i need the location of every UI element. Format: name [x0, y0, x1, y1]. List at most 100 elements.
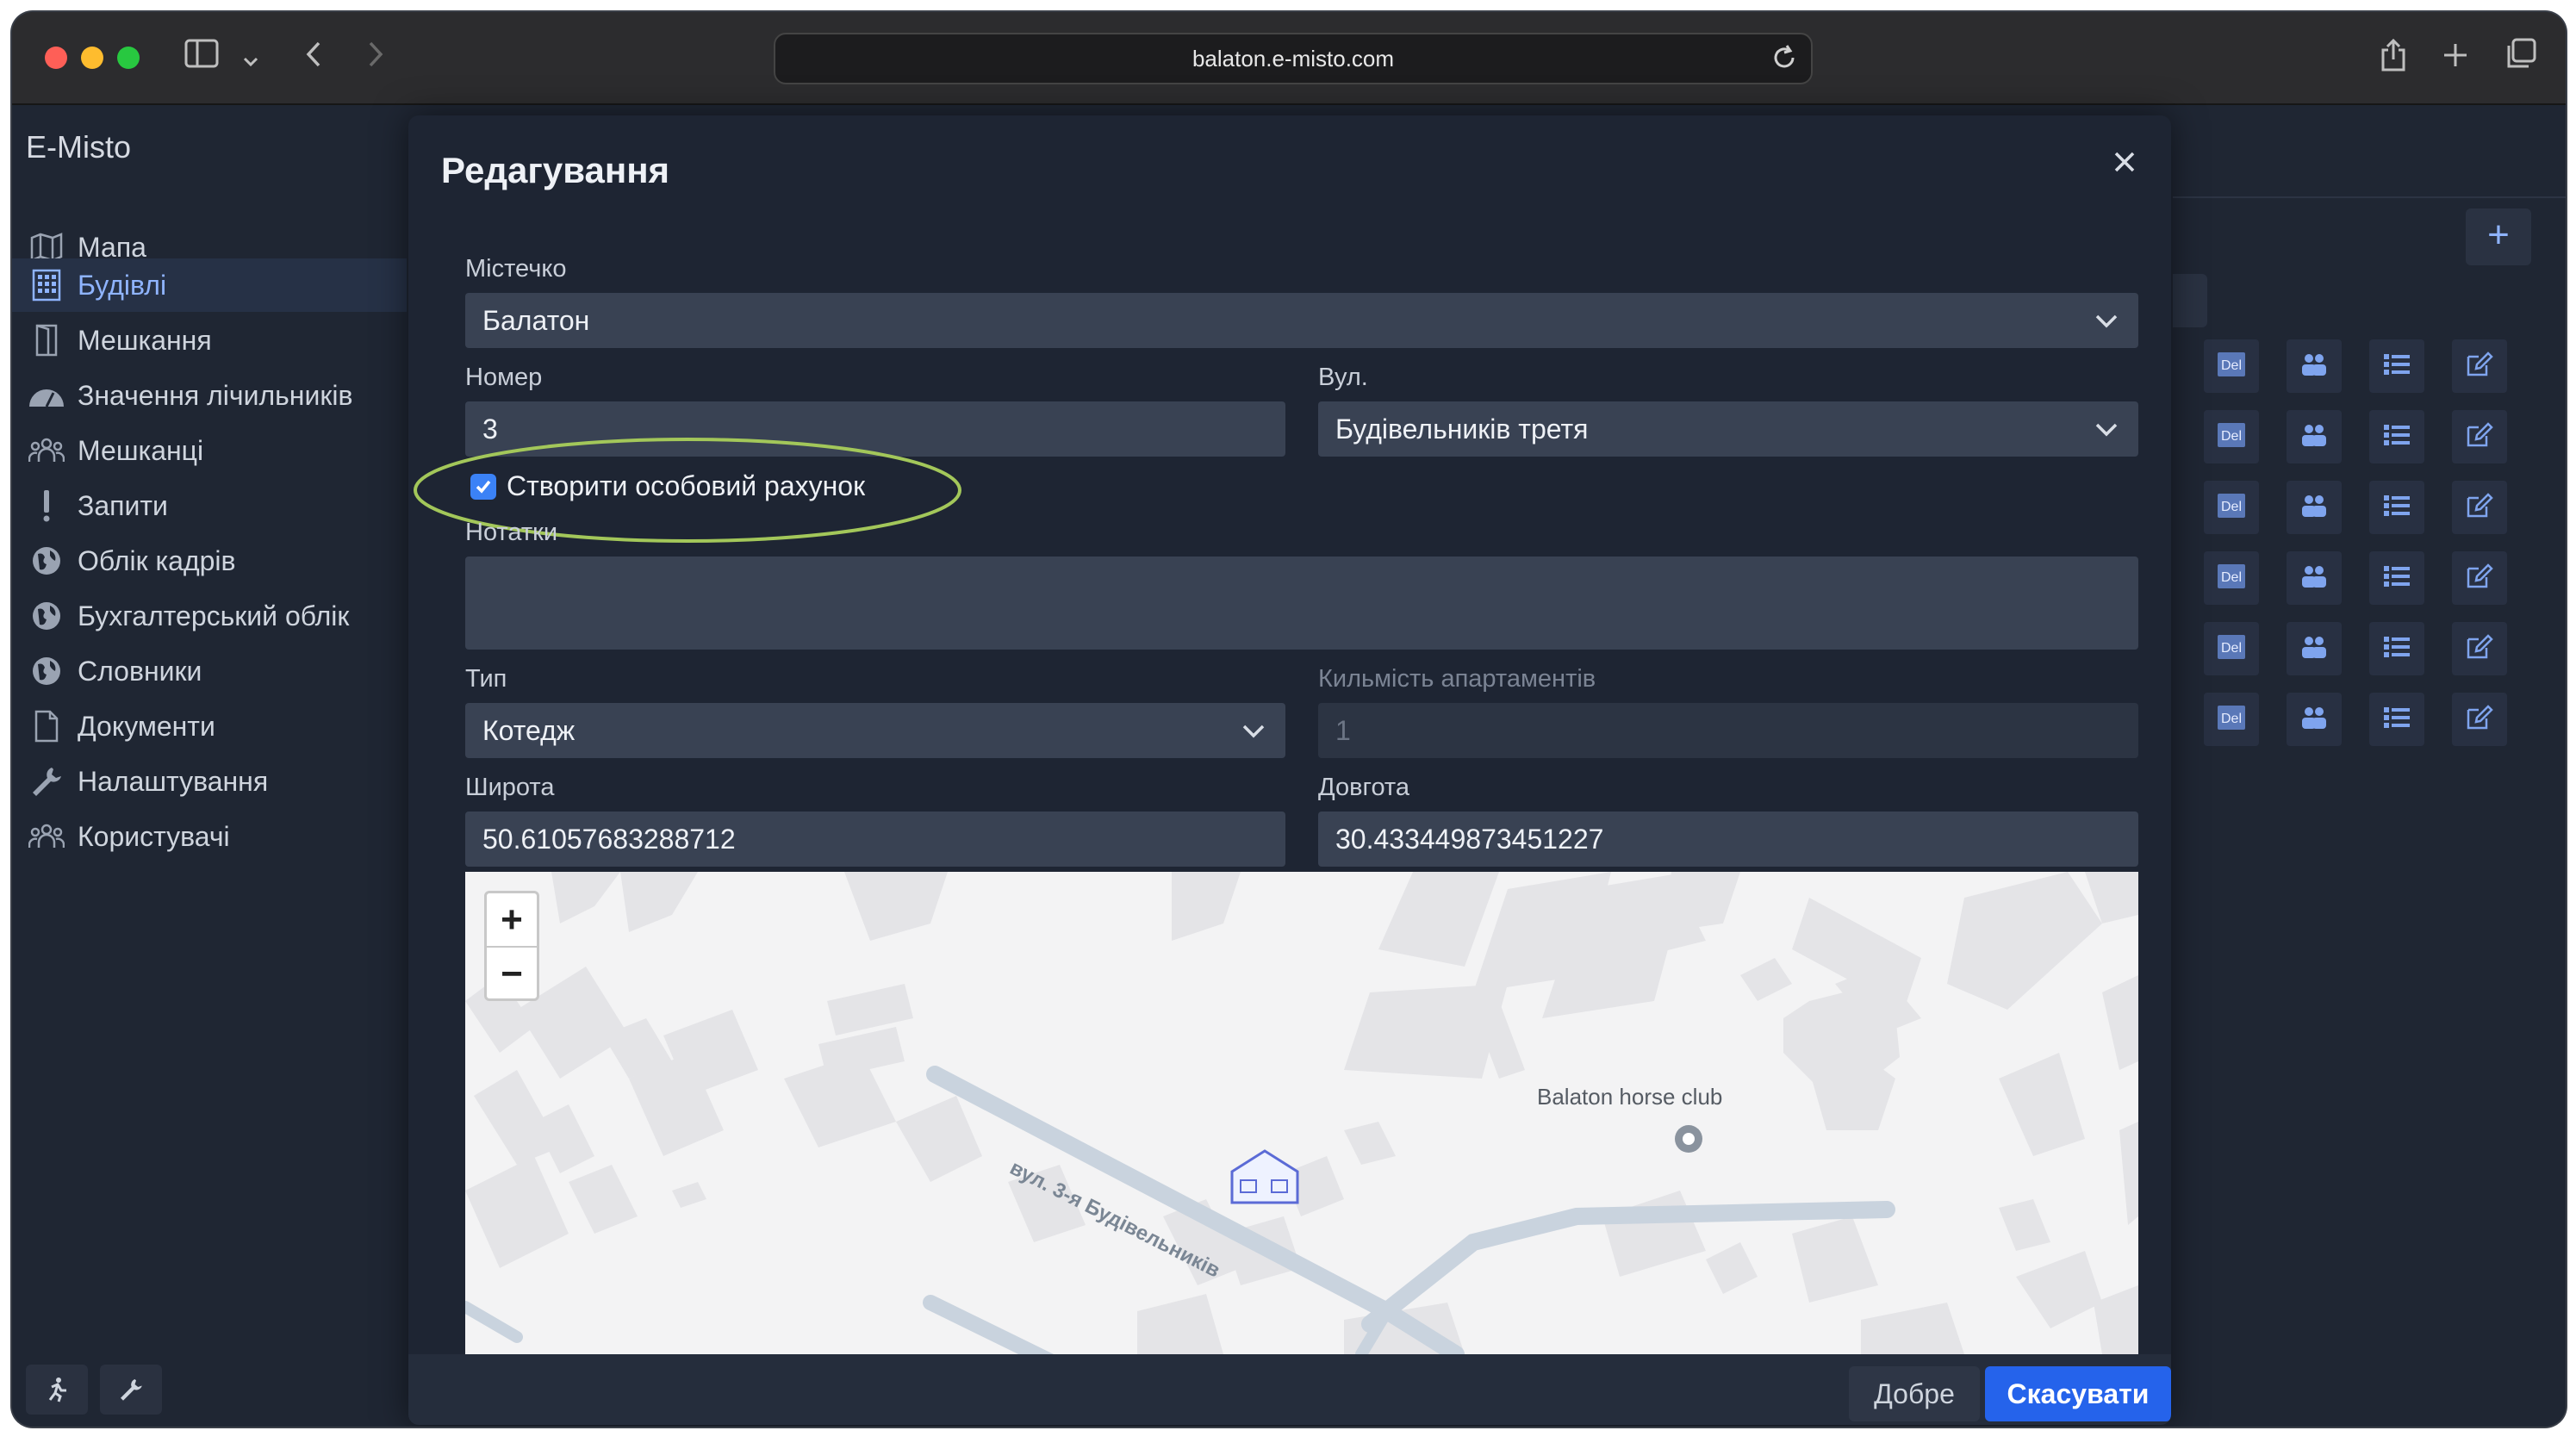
del-button[interactable]: Del: [2204, 693, 2259, 746]
add-button[interactable]: +: [2466, 208, 2531, 265]
svg-text:Del: Del: [2221, 641, 2242, 656]
list-icon: [2382, 493, 2411, 523]
latitude-input[interactable]: 50.61057683288712: [465, 812, 1285, 867]
sidebar-item-dictionaries[interactable]: Словники: [12, 644, 407, 698]
del-button[interactable]: Del: [2204, 410, 2259, 463]
svg-text:Del: Del: [2221, 500, 2242, 514]
close-dialog-button[interactable]: [2100, 138, 2149, 186]
list-icon: [2382, 563, 2411, 594]
globe-icon: [28, 542, 65, 580]
apartments-input: 1: [1318, 703, 2138, 758]
users-button[interactable]: [2287, 481, 2342, 534]
running-person-icon: [48, 1377, 66, 1402]
notes-textarea[interactable]: [465, 557, 2138, 650]
reload-icon[interactable]: [1770, 43, 1799, 72]
tools-button[interactable]: [100, 1365, 162, 1415]
list-button[interactable]: [2369, 410, 2424, 463]
zoom-window-button[interactable]: [117, 47, 140, 69]
sidebar-item-requests[interactable]: Запити: [12, 479, 407, 532]
globe-icon: [28, 652, 65, 690]
door-icon: [28, 321, 65, 359]
sidebar-item-accounting[interactable]: Бухгалтерський облік: [12, 589, 407, 643]
sidebar-item-label: Значення лічильників: [78, 379, 353, 411]
new-tab-icon[interactable]: [2438, 38, 2473, 78]
apartments-label: Кильмість апартаментів: [1318, 665, 1596, 693]
users-button[interactable]: [2287, 339, 2342, 393]
list-button[interactable]: [2369, 339, 2424, 393]
svg-text:Del: Del: [2221, 570, 2242, 585]
town-value: Балатон: [482, 305, 590, 336]
users-button[interactable]: [2287, 410, 2342, 463]
sidebar-toggle-icon[interactable]: [181, 38, 222, 78]
users-button[interactable]: [2287, 551, 2342, 605]
chevron-down-icon[interactable]: [238, 38, 264, 78]
del-button[interactable]: Del: [2204, 481, 2259, 534]
sidebar-item-label: Бухгалтерський облік: [78, 600, 350, 631]
street-select[interactable]: Будівельників третя: [1318, 401, 2138, 457]
sidebar-item-buildings[interactable]: Будівлі: [12, 258, 407, 312]
create-account-checkbox[interactable]: [470, 473, 496, 500]
latitude-value: 50.61057683288712: [482, 824, 736, 855]
zoom-out-button[interactable]: −: [487, 948, 537, 1000]
sidebar-item-users[interactable]: Користувачі: [12, 810, 407, 863]
dialog-footer: Добре Скасувати: [408, 1354, 2171, 1425]
del-button[interactable]: Del: [2204, 622, 2259, 675]
edit-button[interactable]: [2452, 339, 2507, 393]
edit-button[interactable]: [2452, 693, 2507, 746]
building-icon: [28, 266, 65, 304]
sidebar: E-Misto Мапа Будівлі Мешкання Значення л…: [12, 105, 407, 1427]
background-content: + Del Del Del Del Del Del: [2173, 105, 2566, 1427]
create-account-checkbox-row[interactable]: Створити особовий рахунок: [470, 470, 865, 502]
close-window-button[interactable]: [45, 47, 67, 69]
chevron-down-icon: [2095, 423, 2118, 437]
exclamation-icon: [28, 487, 65, 525]
town-select[interactable]: Балатон: [465, 293, 2138, 348]
del-icon: Del: [2217, 422, 2246, 452]
edit-button[interactable]: [2452, 481, 2507, 534]
edit-button[interactable]: [2452, 551, 2507, 605]
notes-label: Нотатки: [465, 519, 558, 546]
sidebar-item-label: Будівлі: [78, 269, 167, 301]
sidebar-item-meter-readings[interactable]: Значення лічильників: [12, 369, 407, 422]
longitude-label: Довгота: [1318, 774, 1410, 801]
accessibility-button[interactable]: [26, 1365, 88, 1415]
del-button[interactable]: Del: [2204, 551, 2259, 605]
sidebar-item-settings[interactable]: Налаштування: [12, 755, 407, 808]
minimize-window-button[interactable]: [81, 47, 103, 69]
location-map[interactable]: Balaton horse club вул. 3-я Будівельникі…: [465, 872, 2138, 1354]
forward-icon[interactable]: [358, 38, 393, 78]
share-icon[interactable]: [2376, 38, 2411, 78]
edit-button[interactable]: [2452, 410, 2507, 463]
sidebar-item-documents[interactable]: Документи: [12, 700, 407, 753]
sidebar-item-label: Користувачі: [78, 820, 230, 852]
svg-text:Del: Del: [2221, 429, 2242, 444]
longitude-input[interactable]: 30.433449873451227: [1318, 812, 2138, 867]
del-button[interactable]: Del: [2204, 339, 2259, 393]
town-label: Містечко: [465, 255, 567, 283]
edit-button[interactable]: [2452, 622, 2507, 675]
ok-button[interactable]: Добре: [1849, 1366, 1980, 1421]
users-button[interactable]: [2287, 622, 2342, 675]
url-text: balaton.e-misto.com: [1192, 46, 1395, 72]
sidebar-item-dwellings[interactable]: Мешкання: [12, 314, 407, 367]
type-select[interactable]: Котедж: [465, 703, 1285, 758]
type-label: Тип: [465, 665, 507, 693]
people-icon: [28, 432, 65, 470]
select-check[interactable]: [2173, 274, 2207, 327]
list-button[interactable]: [2369, 551, 2424, 605]
sidebar-item-residents[interactable]: Мешканці: [12, 424, 407, 477]
back-icon[interactable]: [296, 38, 331, 78]
list-button[interactable]: [2369, 622, 2424, 675]
tab-overview-icon[interactable]: [2502, 38, 2540, 78]
list-icon: [2382, 705, 2411, 735]
list-button[interactable]: [2369, 481, 2424, 534]
browser-toolbar: balaton.e-misto.com: [12, 12, 2566, 105]
del-icon: Del: [2217, 634, 2246, 664]
address-bar[interactable]: balaton.e-misto.com: [774, 33, 1813, 84]
list-button[interactable]: [2369, 693, 2424, 746]
zoom-in-button[interactable]: +: [487, 893, 537, 946]
browser-window: balaton.e-misto.com E-Misto Мапа Будівлі…: [12, 12, 2566, 1427]
sidebar-item-hr[interactable]: Облік кадрів: [12, 534, 407, 588]
cancel-button[interactable]: Скасувати: [1985, 1366, 2171, 1421]
users-button[interactable]: [2287, 693, 2342, 746]
